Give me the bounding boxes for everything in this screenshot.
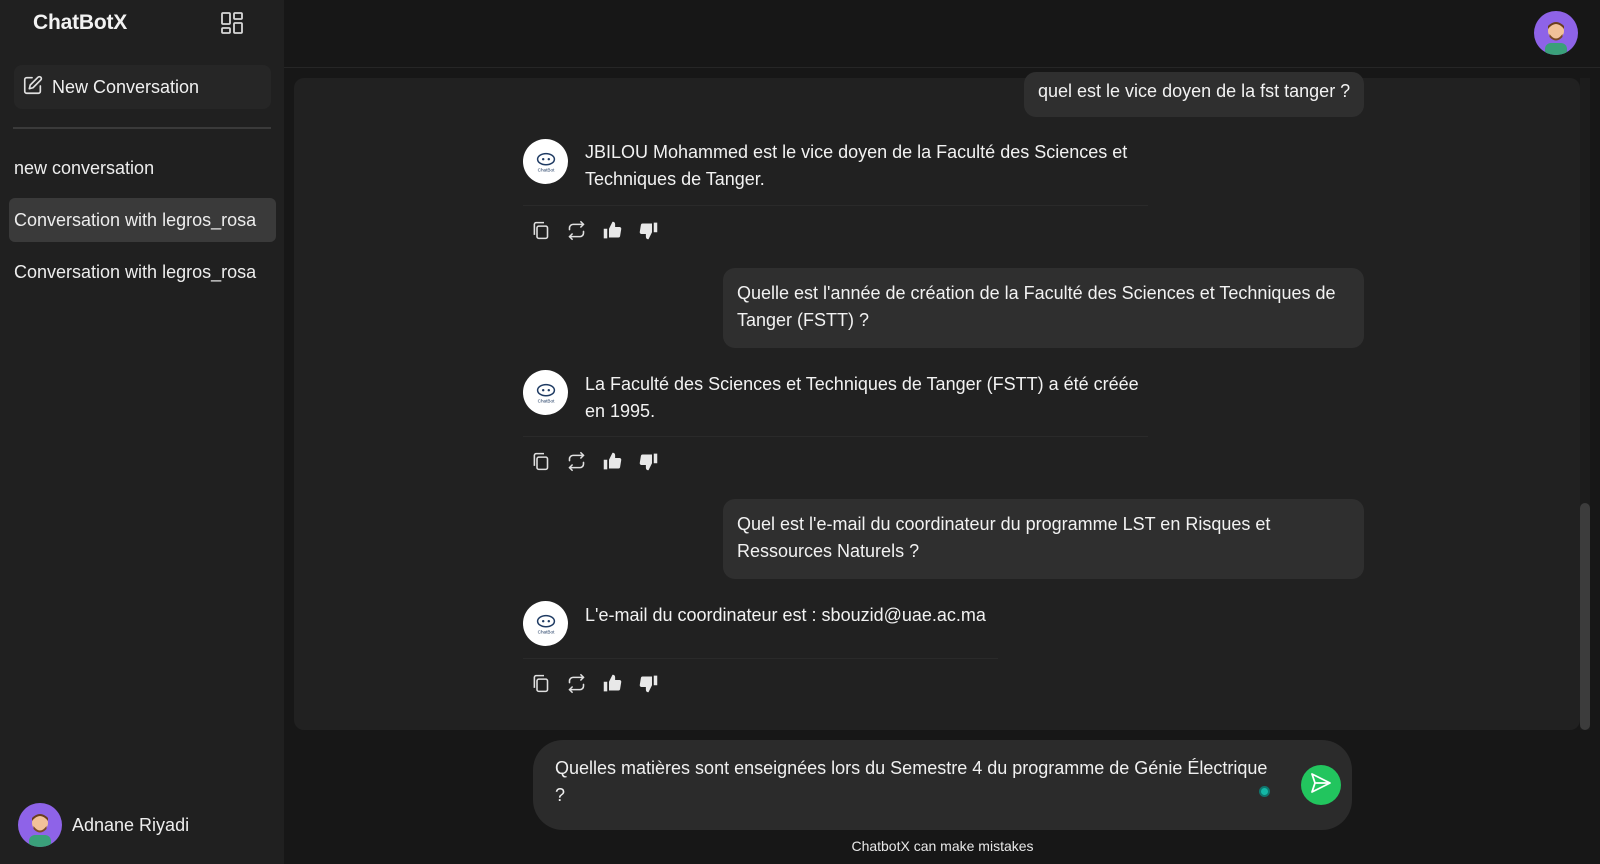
bot-avatar: ChatBot — [523, 139, 568, 184]
layout-grid-icon[interactable] — [220, 11, 244, 35]
message-actions — [530, 451, 659, 472]
send-button[interactable] — [1301, 765, 1341, 805]
svg-text:ChatBot: ChatBot — [537, 629, 555, 634]
bot-message: JBILOU Mohammed est le vice doyen de la … — [585, 139, 1127, 193]
message-line: Techniques de Tanger. — [585, 169, 765, 189]
sidebar-divider — [13, 127, 271, 129]
message-divider — [523, 436, 1148, 437]
message-text: quel est le vice doyen de la fst tanger … — [1038, 81, 1351, 101]
disclaimer-text: ChatbotX can make mistakes — [851, 838, 1034, 854]
user-name: Adnane Riyadi — [72, 814, 190, 835]
regenerate-icon[interactable] — [566, 673, 587, 694]
input-line: ? — [555, 785, 566, 805]
message-divider — [523, 205, 1148, 206]
user-message: Quel est l'e-mail du coordinateur du pro… — [723, 499, 1364, 579]
grammar-indicator-icon[interactable] — [1259, 786, 1270, 797]
user-profile[interactable]: Adnane Riyadi — [0, 786, 284, 864]
message-actions — [530, 673, 659, 694]
bot-message: La Faculté des Sciences et Techniques de… — [585, 371, 1139, 425]
scrollbar-thumb[interactable] — [1580, 503, 1590, 730]
conversation-item-active[interactable]: Conversation with legros_rosa — [9, 198, 276, 242]
thumbs-up-icon[interactable] — [602, 673, 623, 694]
sidebar: ChatBotX New Conversation new conversati… — [0, 0, 284, 864]
avatar — [18, 803, 62, 847]
message-line: en 1995. — [585, 401, 656, 421]
thumbs-down-icon[interactable] — [638, 673, 659, 694]
message-line: JBILOU Mohammed est le vice doyen de la … — [585, 142, 1128, 162]
message-line: Quelle est l'année de création de la Fac… — [737, 283, 1336, 303]
new-conversation-button[interactable]: New Conversation — [14, 65, 271, 109]
thumbs-up-icon[interactable] — [602, 451, 623, 472]
new-conversation-label: New Conversation — [52, 76, 200, 97]
app-brand: ChatBotX — [33, 11, 128, 34]
svg-text:ChatBot: ChatBot — [537, 398, 555, 403]
edit-icon — [22, 74, 44, 101]
input-line: Quelles matières sont enseignées lors du… — [555, 758, 1268, 778]
bot-message: L'e-mail du coordinateur est : sbouzid@u… — [585, 602, 986, 629]
regenerate-icon[interactable] — [566, 451, 587, 472]
copy-icon[interactable] — [530, 673, 551, 694]
top-bar — [284, 0, 1600, 68]
svg-text:ChatBot: ChatBot — [537, 167, 555, 172]
copy-icon[interactable] — [530, 451, 551, 472]
send-icon — [1309, 771, 1333, 800]
thumbs-down-icon[interactable] — [638, 451, 659, 472]
message-line: L'e-mail du coordinateur est : sbouzid@u… — [585, 605, 986, 625]
message-actions — [530, 220, 659, 241]
bot-avatar: ChatBot — [523, 601, 568, 646]
chat-input-box[interactable]: Quelles matières sont enseignées lors du… — [533, 740, 1352, 830]
regenerate-icon[interactable] — [566, 220, 587, 241]
account-avatar[interactable] — [1534, 11, 1578, 55]
message-line: Ressources Naturels ? — [737, 541, 920, 561]
conversation-item[interactable]: new conversation — [9, 146, 276, 190]
message-line: La Faculté des Sciences et Techniques de… — [585, 374, 1139, 394]
bot-avatar: ChatBot — [523, 370, 568, 415]
message-line: Quel est l'e-mail du coordinateur du pro… — [737, 514, 1271, 534]
user-message: quel est le vice doyen de la fst tanger … — [1024, 72, 1365, 117]
conversation-item[interactable]: Conversation with legros_rosa — [9, 250, 276, 294]
copy-icon[interactable] — [530, 220, 551, 241]
user-message: Quelle est l'année de création de la Fac… — [723, 268, 1364, 348]
message-divider — [523, 658, 998, 659]
message-line: Tanger (FSTT) ? — [737, 310, 870, 330]
thumbs-up-icon[interactable] — [602, 220, 623, 241]
chat-input[interactable]: Quelles matières sont enseignées lors du… — [555, 755, 1275, 809]
thumbs-down-icon[interactable] — [638, 220, 659, 241]
